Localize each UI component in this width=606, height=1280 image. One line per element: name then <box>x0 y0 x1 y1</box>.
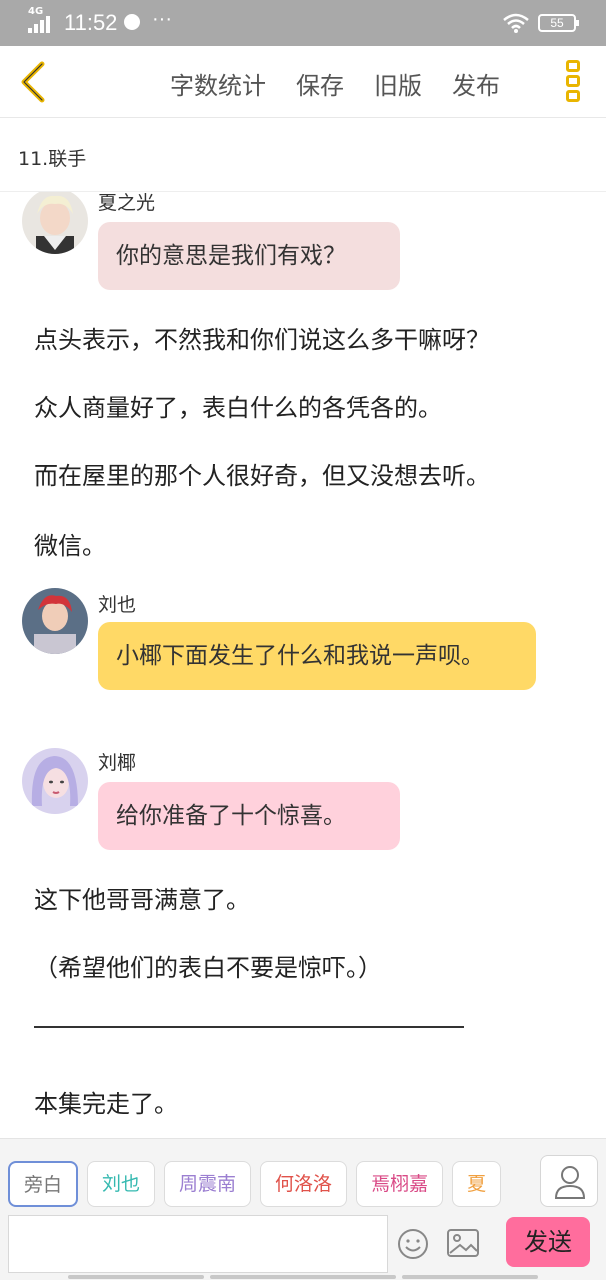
character-chip[interactable]: 夏 <box>452 1161 502 1207</box>
avatar[interactable] <box>22 748 88 814</box>
avatar[interactable] <box>22 192 88 254</box>
chapter-title[interactable]: 11.联手 <box>18 144 86 171</box>
emoji-icon[interactable] <box>396 1227 430 1261</box>
speaker-name: 刘椰 <box>98 752 137 774</box>
section-divider <box>34 1026 464 1028</box>
speaker-name: 刘也 <box>98 594 137 616</box>
character-chip[interactable]: 周震南 <box>164 1161 252 1207</box>
word-count-button[interactable]: 字数统计 <box>170 66 266 101</box>
character-chip[interactable]: 何洛洛 <box>260 1161 348 1207</box>
battery-indicator: 55 <box>538 14 579 32</box>
story-content[interactable]: 夏之光 你的意思是我们有戏？ 点头表示，不然我和你们说这么多干嘛呀？ 众人商量好… <box>0 192 606 1138</box>
avatar[interactable] <box>22 588 88 654</box>
narration-text[interactable]: 这下他哥哥满意了。 <box>34 880 250 915</box>
more-dot <box>566 75 580 87</box>
message-input[interactable] <box>8 1215 388 1273</box>
more-vertical-icon[interactable] <box>560 58 586 108</box>
message-bubble[interactable]: 你的意思是我们有戏？ <box>98 222 400 290</box>
chevron-left-icon[interactable] <box>10 56 58 108</box>
message-bubble[interactable]: 小椰下面发生了什么和我说一声呗。 <box>98 622 536 690</box>
character-chip[interactable]: 焉栩嘉 <box>356 1161 444 1207</box>
nav-indicator <box>210 1275 396 1279</box>
save-button[interactable]: 保存 <box>296 66 344 101</box>
editor-bottom-bar: 旁白 刘也 周震南 何洛洛 焉栩嘉夏 发送 <box>0 1138 606 1280</box>
top-toolbar: 字数统计 保存 旧版 发布 <box>0 46 606 118</box>
toolbar-actions: 字数统计 保存 旧版 发布 <box>170 66 530 101</box>
speaker-name: 夏之光 <box>98 192 156 214</box>
character-selector[interactable]: 旁白 刘也 周震南 何洛洛 焉栩嘉夏 <box>8 1161 538 1209</box>
clock: 11:52 <box>64 10 118 35</box>
chapter-header: 11.联手 <box>0 118 606 192</box>
nav-indicator <box>402 1275 538 1279</box>
narration-text[interactable]: 本集完走了。 <box>34 1084 178 1119</box>
status-bar: 4G 11:52 ··· 55 <box>0 0 606 46</box>
narration-text[interactable]: 众人商量好了，表白什么的各凭各的。 <box>34 388 442 423</box>
more-dot <box>566 60 580 72</box>
person-icon[interactable] <box>540 1155 598 1207</box>
wifi-icon <box>503 13 529 33</box>
more-dot <box>566 90 580 102</box>
send-button[interactable]: 发送 <box>506 1217 590 1267</box>
old-version-button[interactable]: 旧版 <box>374 66 422 101</box>
signal-icon <box>28 16 50 33</box>
nav-indicator <box>68 1275 204 1279</box>
more-notifications-icon: ··· <box>152 8 172 30</box>
publish-button[interactable]: 发布 <box>452 66 500 101</box>
image-icon[interactable] <box>446 1227 480 1259</box>
message-bubble[interactable]: 给你准备了十个惊喜。 <box>98 782 400 850</box>
notification-icon <box>124 14 140 30</box>
character-chip[interactable]: 旁白 <box>8 1161 79 1207</box>
narration-text[interactable]: 微信。 <box>34 526 106 561</box>
narration-text[interactable]: 而在屋里的那个人很好奇，但又没想去听。 <box>34 456 490 491</box>
character-chip[interactable]: 刘也 <box>87 1161 156 1207</box>
narration-text[interactable]: （希望他们的表白不要是惊吓。） <box>34 948 382 983</box>
narration-text[interactable]: 点头表示，不然我和你们说这么多干嘛呀？ <box>34 320 490 355</box>
